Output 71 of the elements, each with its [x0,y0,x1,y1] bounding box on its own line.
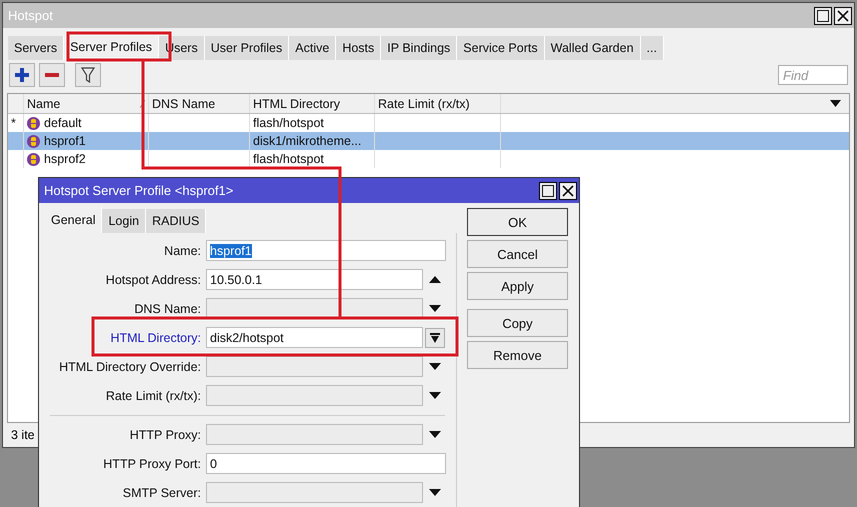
dialog-title: Hotspot Server Profile <hsprof1> [44,183,234,198]
default-marker: * [11,116,16,130]
tab[interactable]: User Profiles [204,36,290,60]
tab[interactable]: IP Bindings [381,36,458,60]
dropdown-arrow-icon[interactable] [428,305,440,312]
close-button[interactable] [834,6,852,24]
table-cell: flash/hotspot [253,152,324,166]
add-button[interactable] [9,63,35,87]
tab[interactable]: Active [289,36,336,60]
field-label: Rate Limit (rx/tx): [104,388,202,402]
table-cell: disk1/mikrotheme... [253,134,362,148]
dialog-button[interactable]: Remove [467,341,568,369]
tab[interactable]: Servers [8,36,64,60]
tab[interactable]: Walled Garden [544,36,641,60]
column-header[interactable]: HTML Directory [250,94,375,113]
close-button[interactable] [559,182,577,200]
dialog-button[interactable]: Cancel [467,240,568,268]
find-field[interactable]: Find [778,65,848,85]
column-menu-arrow-icon[interactable] [830,100,841,107]
table-cell: hsprof1 [44,134,86,148]
profile-icon [27,152,40,166]
profile-icon [27,134,40,148]
input-field[interactable] [206,424,423,445]
dialog-button[interactable]: Copy [467,309,568,337]
input-field[interactable]: 0 [206,453,446,474]
field-label: SMTP Server: [122,486,202,500]
status-text: 3 ite [11,428,35,442]
field-label: HTML Directory Override: [58,360,202,374]
tab[interactable]: ... [640,36,664,60]
input-field[interactable] [206,356,423,377]
field-label: HTTP Proxy: [128,428,202,442]
dialog-button[interactable]: OK [467,208,568,236]
field-label: Hotspot Address: [104,272,202,286]
table-cell: default [44,116,82,130]
filter-icon [81,67,95,83]
input-field[interactable]: hsprof1 [206,240,446,261]
table-cell: flash/hotspot [253,116,324,130]
dropdown-arrow-icon [430,332,440,342]
dropdown-arrow-icon[interactable] [428,392,440,399]
tab[interactable]: Service Ports [457,36,545,60]
tab[interactable]: Login [102,209,146,233]
tab[interactable]: Hosts [336,36,382,60]
dialog-button[interactable]: Apply [467,272,568,300]
filter-button[interactable] [75,63,101,87]
remove-button[interactable] [39,63,65,87]
input-field[interactable] [206,385,423,406]
sort-icon [140,100,145,108]
window-title: Hotspot [8,8,53,23]
field-label: HTTP Proxy Port: [102,456,202,470]
column-header[interactable]: Rate Limit (rx/tx) [375,94,501,113]
collapse-arrow-icon[interactable] [428,276,440,283]
input-field[interactable]: 10.50.0.1 [206,269,423,290]
plus-icon [15,68,29,82]
field-label: DNS Name: [133,302,202,316]
minus-icon [45,73,59,77]
table-cell: hsprof2 [44,152,86,166]
field-label: Name: [163,244,202,258]
input-field[interactable]: disk2/hotspot [206,327,423,348]
table-row[interactable]: hsprof1 disk1/mikrotheme... [8,132,849,150]
maximize-button[interactable] [814,6,832,24]
field-label: HTML Directory: [109,330,202,344]
input-field[interactable] [206,482,423,503]
dropdown-arrow-icon[interactable] [428,363,440,370]
dropdown-button[interactable] [424,328,444,348]
column-header[interactable]: DNS Name [149,94,250,113]
column-header[interactable]: Name [24,94,149,113]
tab[interactable]: RADIUS [146,209,206,233]
dropdown-arrow-icon[interactable] [428,431,440,438]
dropdown-arrow-icon[interactable] [428,489,440,496]
profile-icon [27,116,40,130]
maximize-button[interactable] [539,182,557,200]
